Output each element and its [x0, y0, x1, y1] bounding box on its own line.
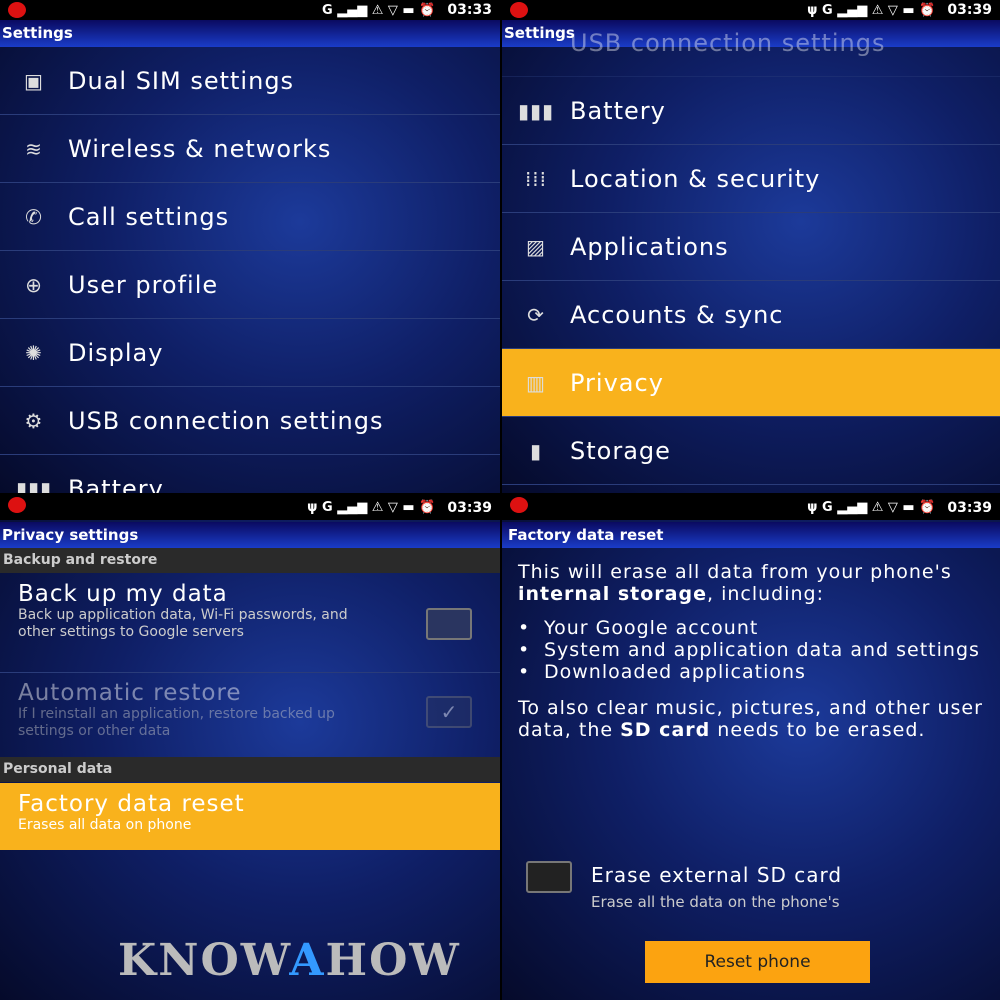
backup-data-item[interactable]: Back up my data Back up application data…: [0, 581, 500, 673]
display-icon: ✺: [25, 340, 43, 365]
backup-checkbox[interactable]: [426, 608, 472, 640]
item-label: Applications: [570, 232, 729, 261]
section-header: Personal data: [0, 757, 500, 782]
item-label: Display: [68, 338, 164, 367]
signal-icon: G ▂▄▆ ⚠ ▽ ▬ ⏰: [322, 2, 436, 18]
location-icon: ⁞⁞⁞: [524, 166, 548, 191]
phone-icon: ✆: [25, 204, 43, 229]
item-label: Dual SIM settings: [68, 66, 295, 95]
list-item: • Your Google account: [518, 617, 759, 639]
storage-icon: ▮: [529, 438, 542, 463]
settings-item[interactable]: ✺ Display: [0, 319, 500, 387]
item-desc: If I reinstall an application, restore b…: [18, 706, 335, 739]
profile-icon: ⊕: [25, 272, 43, 297]
reset-phone-button[interactable]: Reset phone: [645, 941, 870, 983]
clock: 03:39: [947, 499, 992, 516]
page-title: Privacy settings: [0, 522, 500, 548]
settings-item[interactable]: ✆ Call settings: [0, 183, 500, 251]
usb-icon: ⚙: [24, 408, 44, 433]
watermark-logo: KNOWAHOW: [118, 935, 461, 986]
item-desc: Erases all data on phone: [18, 817, 192, 833]
restore-checkbox[interactable]: ✓: [426, 696, 472, 728]
list-item: • Downloaded applications: [518, 661, 806, 683]
item-label: Battery: [68, 474, 164, 494]
settings-screen-1: G ▂▄▆ ⚠ ▽ ▬ ⏰ 03:33 Settings ▣ Dual SIM se…: [0, 0, 500, 493]
privacy-settings-screen: ψ G ▂▄▆ ⚠ ▽ ▬ ⏰ 03:39 Privacy settings Ba…: [0, 495, 500, 1000]
item-title: Back up my data: [18, 581, 228, 607]
clock: 03:33: [447, 2, 492, 18]
item-label: User profile: [68, 270, 219, 299]
item-label: USB connection settings: [570, 28, 886, 57]
settings-item[interactable]: ⊕ User profile: [0, 251, 500, 319]
reset-description: This will erase all data from your phone…: [518, 561, 998, 741]
page-title: Settings: [0, 20, 500, 47]
item-label: Battery: [570, 96, 666, 125]
factory-reset-screen: ψ G ▂▄▆ ⚠ ▽ ▬ ⏰ 03:39 Factory data reset …: [502, 495, 1000, 1000]
battery-icon: ▮▮▮: [15, 476, 53, 494]
item-label: Accounts & sync: [570, 300, 784, 329]
item-title: Factory data reset: [18, 791, 245, 817]
settings-item[interactable]: ▮▮▮ Battery: [502, 77, 1000, 145]
clock: 03:39: [447, 499, 492, 516]
sim-icon: ▣: [24, 68, 44, 93]
status-bar: ψ G ▂▄▆ ⚠ ▽ ▬ ⏰ 03:39: [0, 495, 500, 520]
settings-item[interactable]: ⟳ Accounts & sync: [502, 281, 1000, 349]
settings-item[interactable]: ▮ Storage: [502, 417, 1000, 485]
settings-item[interactable]: ⁞⁞⁞ Location & security: [502, 145, 1000, 213]
applications-icon: ▨: [526, 234, 546, 259]
privacy-icon: ▥: [526, 370, 546, 395]
item-label: Location & security: [570, 164, 821, 193]
sync-icon: ⟳: [527, 302, 545, 327]
status-bar: ψ G ▂▄▆ ⚠ ▽ ▬ ⏰ 03:39: [502, 495, 1000, 520]
settings-item[interactable]: ≋ Wireless & networks: [0, 115, 500, 183]
settings-screen-2: ψ G ▂▄▆ ⚠ ▽ ▬ ⏰ 03:39 Settings USB connec…: [502, 0, 1000, 493]
settings-item[interactable]: ▥ Privacy: [502, 349, 1000, 417]
notification-icon: [8, 2, 26, 18]
signal-icon: ψ G ▂▄▆ ⚠ ▽ ▬ ⏰: [307, 500, 436, 515]
automatic-restore-item[interactable]: Automatic restore If I reinstall an appl…: [0, 680, 500, 757]
item-label: Call settings: [68, 202, 230, 231]
erase-sd-label: Erase external SD card: [591, 863, 843, 887]
settings-item[interactable]: ▣ Dual SIM settings: [0, 47, 500, 115]
item-label: Wireless & networks: [68, 134, 332, 163]
section-header: Backup and restore: [0, 548, 500, 573]
wifi-icon: ≋: [25, 136, 43, 161]
factory-reset-item[interactable]: Factory data reset Erases all data on ph…: [0, 783, 500, 850]
item-label: Privacy: [570, 368, 664, 397]
settings-item[interactable]: ▨ Applications: [502, 213, 1000, 281]
erase-sd-checkbox[interactable]: [526, 861, 572, 893]
list-item: • System and application data and setting…: [518, 639, 980, 661]
item-label: USB connection settings: [68, 406, 384, 435]
notification-icon: [8, 497, 26, 513]
settings-item[interactable]: ⚙ USB connection settings: [0, 387, 500, 455]
page-title: Factory data reset: [502, 522, 1000, 548]
settings-item[interactable]: ▮▮▮ Battery: [0, 455, 500, 494]
erase-sd-desc: Erase all the data on the phone's: [591, 893, 840, 911]
status-bar: G ▂▄▆ ⚠ ▽ ▬ ⏰ 03:33: [0, 0, 500, 20]
partial-item[interactable]: USB connection settings: [502, 9, 1000, 77]
item-desc: Back up application data, Wi-Fi password…: [18, 607, 348, 640]
item-label: Storage: [570, 436, 671, 465]
notification-icon: [510, 497, 528, 513]
battery-icon: ▮▮▮: [517, 98, 555, 123]
signal-icon: ψ G ▂▄▆ ⚠ ▽ ▬ ⏰: [807, 500, 936, 515]
